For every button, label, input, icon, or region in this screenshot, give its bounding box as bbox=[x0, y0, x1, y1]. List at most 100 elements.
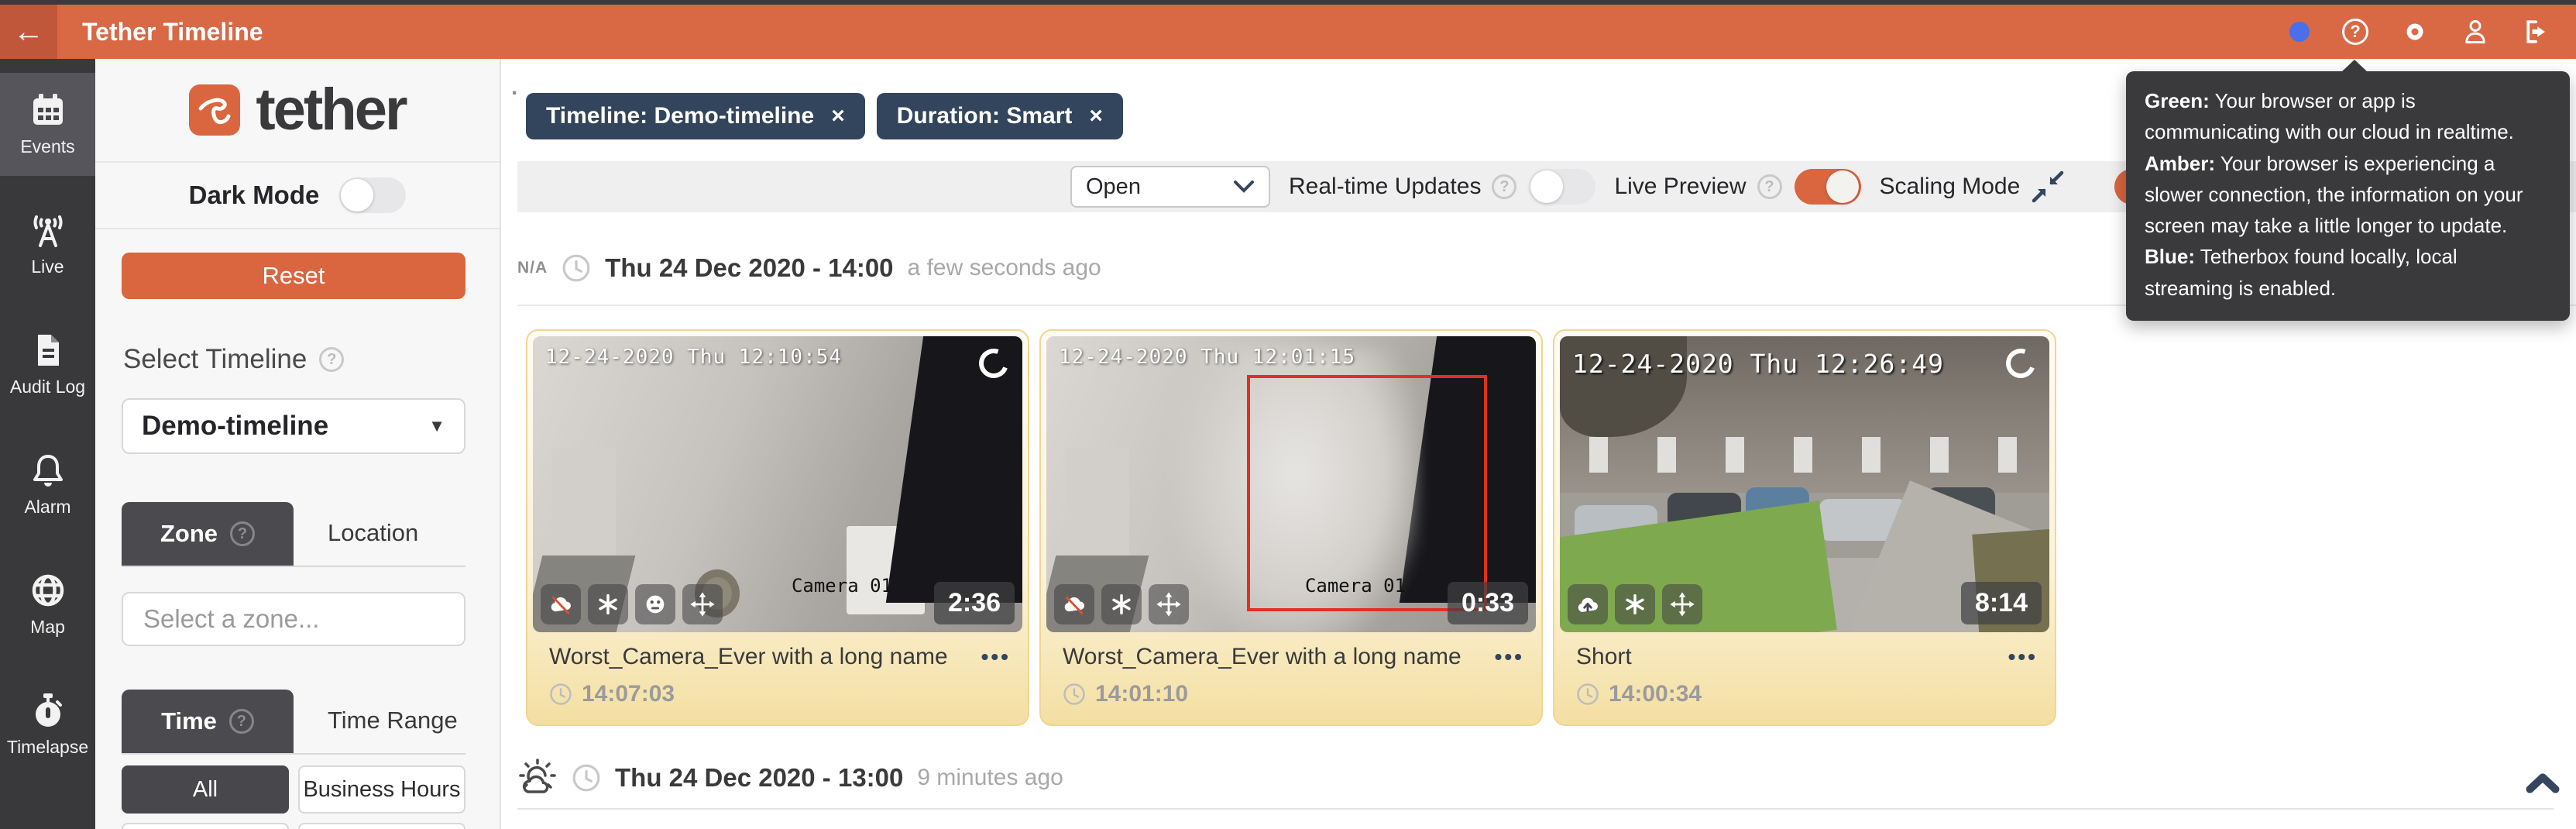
clip-duration: 2:36 bbox=[934, 582, 1015, 624]
move-icon[interactable] bbox=[682, 584, 723, 624]
help-glyph: ? bbox=[1764, 178, 1774, 196]
event-state-select[interactable]: Open bbox=[1070, 166, 1270, 208]
compress-icon[interactable] bbox=[2031, 170, 2065, 204]
tab-time-range[interactable]: Time Range bbox=[328, 707, 458, 734]
help-icon[interactable]: ? bbox=[1492, 174, 1516, 199]
brand-logo: tether bbox=[95, 59, 500, 163]
filter-chip-timeline[interactable]: Timeline: Demo-timeline × bbox=[526, 93, 865, 139]
clipped-button[interactable] bbox=[122, 823, 289, 829]
card-menu-button[interactable]: ••• bbox=[2008, 645, 2038, 669]
weather-sun-cloud-icon bbox=[517, 758, 558, 798]
asterisk-icon[interactable] bbox=[1615, 584, 1655, 624]
topbar-icons: ? bbox=[2289, 18, 2550, 46]
select-timeline-label: Select Timeline bbox=[123, 344, 307, 375]
cloud-off-icon[interactable] bbox=[541, 584, 581, 624]
video-camera-icon bbox=[29, 827, 67, 829]
connection-status-dot[interactable] bbox=[2289, 22, 2310, 42]
help-icon[interactable]: ? bbox=[230, 521, 255, 546]
toggle-knob bbox=[1826, 170, 1859, 203]
gear-icon[interactable] bbox=[2401, 18, 2429, 46]
help-icon[interactable]: ? bbox=[1757, 174, 1782, 199]
tab-zone[interactable]: Zone ? bbox=[122, 502, 294, 566]
logout-icon[interactable] bbox=[2522, 18, 2550, 46]
reset-button[interactable]: Reset bbox=[122, 253, 465, 299]
clock-icon bbox=[1063, 683, 1086, 706]
caret-down-icon: ▼ bbox=[428, 416, 445, 436]
back-icon: ← bbox=[13, 15, 44, 50]
help-icon[interactable]: ? bbox=[229, 709, 254, 734]
sidebar-item-alarm[interactable]: Alarm bbox=[0, 433, 95, 536]
camera-thumbnail[interactable]: 12-24-2020 Thu 12:01:15 Camera 01 0 bbox=[1046, 336, 1536, 632]
back-button[interactable]: ← bbox=[0, 5, 57, 59]
card-menu-button[interactable]: ••• bbox=[1495, 645, 1524, 669]
move-icon[interactable] bbox=[1149, 584, 1189, 624]
sidebar-item-label: Audit Log bbox=[10, 377, 85, 397]
zone-select-input[interactable] bbox=[122, 592, 465, 646]
card-label: Worst_Camera_Ever with a long name ••• 1… bbox=[1063, 644, 1524, 707]
move-icon[interactable] bbox=[1662, 584, 1702, 624]
live-preview-toggle[interactable] bbox=[1795, 169, 1861, 205]
sidebar-item-map[interactable]: Map bbox=[0, 553, 95, 656]
chip-label: Timeline: Demo-timeline bbox=[546, 103, 814, 129]
camera-osd-timestamp: 12-24-2020 Thu 12:01:15 bbox=[1059, 346, 1355, 369]
camera-thumbnail[interactable]: 12-24-2020 Thu 12:10:54 Camera 01 bbox=[533, 336, 1022, 632]
sidebar-item-cameras[interactable] bbox=[0, 793, 95, 829]
clock-icon bbox=[549, 683, 572, 706]
dark-mode-row: Dark Mode bbox=[95, 163, 500, 229]
timeline-select[interactable]: Demo-timeline ▼ bbox=[122, 398, 465, 454]
sidebar: Events Live Audit Log Alarm bbox=[0, 59, 95, 829]
calendar-icon bbox=[29, 91, 67, 129]
asterisk-icon[interactable] bbox=[588, 584, 628, 624]
tab-label: Zone bbox=[160, 520, 218, 548]
clipped-button[interactable] bbox=[298, 823, 465, 829]
help-glyph: ? bbox=[2350, 22, 2360, 42]
sidebar-item-live[interactable]: Live bbox=[0, 193, 95, 296]
card-label: Worst_Camera_Ever with a long name ••• 1… bbox=[549, 644, 1011, 707]
thumbnail-action-icons bbox=[1568, 584, 1702, 624]
clip-duration: 8:14 bbox=[1961, 582, 2042, 624]
event-card[interactable]: 12-24-2020 Thu 12:01:15 Camera 01 0 bbox=[1039, 329, 1543, 726]
close-icon[interactable]: × bbox=[1089, 103, 1103, 129]
sidebar-item-audit-log[interactable]: Audit Log bbox=[0, 313, 95, 416]
face-icon[interactable] bbox=[635, 584, 675, 624]
toggle-knob bbox=[1530, 170, 1563, 203]
time-filter-all-button[interactable]: All bbox=[122, 765, 289, 814]
close-icon[interactable]: × bbox=[831, 103, 845, 129]
tab-label: Time bbox=[161, 707, 217, 735]
time-tabs: Time ? Time Range bbox=[122, 691, 465, 755]
scroll-to-top-chevron-icon[interactable] bbox=[2526, 772, 2560, 795]
asterisk-icon[interactable] bbox=[1101, 584, 1142, 624]
tooltip-line-blue: Blue: Tetherbox found locally, local str… bbox=[2145, 241, 2551, 304]
card-menu-button[interactable]: ••• bbox=[981, 645, 1011, 669]
clock-icon bbox=[572, 763, 601, 793]
event-card[interactable]: 12-24-2020 Thu 12:26:49 8:14 bbox=[1553, 329, 2056, 726]
time-filter-business-hours-button[interactable]: Business Hours bbox=[298, 765, 465, 814]
camera-osd-timestamp: 12-24-2020 Thu 12:10:54 bbox=[545, 346, 842, 369]
zone-location-tabs: Zone ? Location bbox=[122, 504, 465, 567]
sidebar-item-events[interactable]: Events bbox=[0, 73, 95, 176]
tab-time[interactable]: Time ? bbox=[122, 690, 294, 753]
cloud-off-icon[interactable] bbox=[1054, 584, 1094, 624]
filter-chip-duration[interactable]: Duration: Smart × bbox=[877, 93, 1123, 139]
active-filter-chips: Timeline: Demo-timeline × Duration: Smar… bbox=[526, 93, 1123, 139]
scaling-mode-label: Scaling Mode bbox=[1880, 174, 2021, 200]
user-icon[interactable] bbox=[2461, 18, 2489, 46]
camera-name: Worst_Camera_Ever with a long name bbox=[1063, 644, 1461, 670]
realtime-updates-toggle[interactable] bbox=[1529, 169, 1595, 205]
cloud-upload-icon[interactable] bbox=[1568, 584, 1608, 624]
clock-icon bbox=[562, 253, 591, 283]
camera-thumbnail[interactable]: 12-24-2020 Thu 12:26:49 8:14 bbox=[1560, 336, 2049, 632]
help-glyph: ? bbox=[237, 713, 246, 731]
help-icon[interactable]: ? bbox=[2342, 19, 2368, 45]
event-card[interactable]: 12-24-2020 Thu 12:10:54 Camera 01 bbox=[526, 329, 1029, 726]
dark-mode-toggle[interactable] bbox=[339, 177, 406, 213]
stray-text-mark: . bbox=[511, 74, 517, 101]
tooltip-line-amber: Amber: Your browser is experiencing a sl… bbox=[2145, 148, 2551, 242]
sidebar-item-timelapse[interactable]: Timelapse bbox=[0, 673, 95, 776]
help-glyph: ? bbox=[327, 351, 336, 369]
thumbnail-action-icons bbox=[541, 584, 723, 624]
tab-location[interactable]: Location bbox=[328, 519, 418, 547]
help-icon[interactable]: ? bbox=[319, 347, 344, 372]
help-glyph: ? bbox=[238, 525, 247, 543]
divider bbox=[517, 808, 2554, 810]
